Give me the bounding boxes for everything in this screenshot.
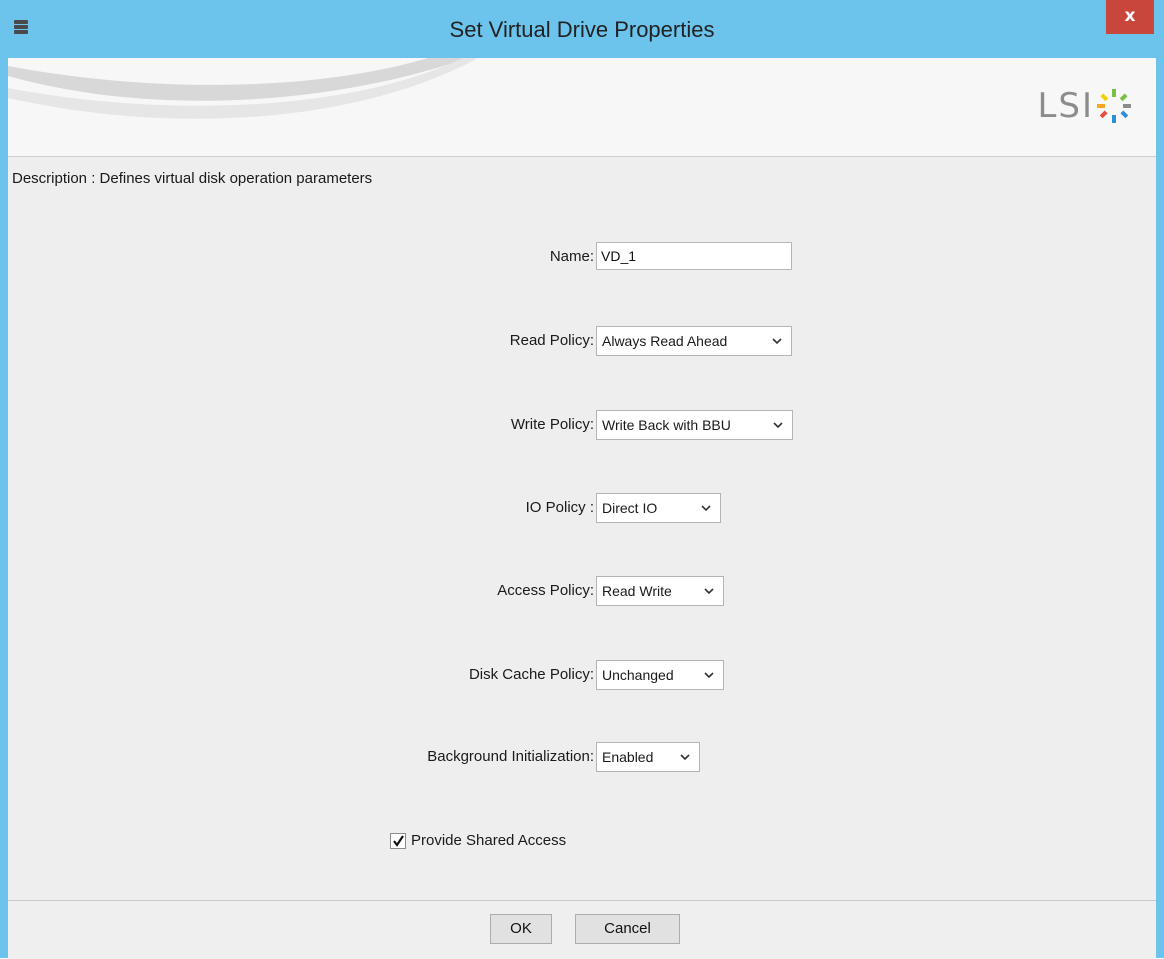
shared-access-label: Provide Shared Access [411,832,567,849]
chevron-down-icon [773,422,783,429]
disk-cache-policy-value: Unchanged [602,667,674,683]
read-policy-value: Always Read Ahead [602,333,728,349]
description-text: Description : Defines virtual disk opera… [12,170,373,187]
button-bar: OK Cancel [8,900,1156,959]
dialog-window: Set Virtual Drive Properties x LSI Descr… [0,0,1164,959]
title-bar[interactable]: Set Virtual Drive Properties x [0,0,1164,58]
background-init-select[interactable]: Enabled [596,742,700,772]
chevron-down-icon [772,338,782,345]
background-init-label: Background Initialization: [427,748,594,765]
logo-text: LSI [1037,86,1094,126]
ok-button[interactable]: OK [490,914,552,944]
close-button[interactable]: x [1106,0,1154,34]
chevron-down-icon [704,672,714,679]
shared-access-option[interactable]: Provide Shared Access [390,832,566,849]
lsi-starburst-icon [1097,89,1131,123]
write-policy-value: Write Back with BBU [602,417,731,433]
io-policy-value: Direct IO [602,500,658,516]
window-title: Set Virtual Drive Properties [449,17,715,42]
name-row: Name: VD_1 [8,242,1156,272]
write-policy-label: Write Policy: [510,416,594,433]
shared-access-checkbox[interactable] [390,832,406,849]
background-init-row: Background Initialization: Enabled [8,742,1156,772]
chevron-down-icon [701,505,711,512]
chevron-down-icon [704,588,714,595]
access-policy-select[interactable]: Read Write [596,576,724,606]
name-label: Name: [549,248,594,265]
lsi-logo: LSI [1037,80,1134,132]
disk-cache-policy-select[interactable]: Unchanged [596,660,724,690]
io-policy-select[interactable]: Direct IO [596,493,721,523]
name-input[interactable]: VD_1 [596,242,792,270]
io-policy-row: IO Policy : Direct IO [8,493,1156,523]
read-policy-select[interactable]: Always Read Ahead [596,326,792,356]
chevron-down-icon [680,754,690,761]
cancel-button[interactable]: Cancel [575,914,680,944]
access-policy-value: Read Write [602,583,672,599]
disk-cache-policy-row: Disk Cache Policy: Unchanged [8,660,1156,690]
disk-cache-policy-label: Disk Cache Policy: [468,666,594,683]
read-policy-row: Read Policy: Always Read Ahead [8,326,1156,356]
banner-swoosh [8,58,478,119]
access-policy-row: Access Policy: Read Write [8,576,1156,606]
read-policy-label: Read Policy: [509,332,594,349]
io-policy-label: IO Policy : [525,499,594,516]
background-init-value: Enabled [602,749,654,765]
checkmark-icon [393,834,404,847]
header-banner: LSI [8,58,1156,157]
write-policy-select[interactable]: Write Back with BBU [596,410,793,440]
access-policy-label: Access Policy: [497,582,594,599]
write-policy-row: Write Policy: Write Back with BBU [8,410,1156,440]
